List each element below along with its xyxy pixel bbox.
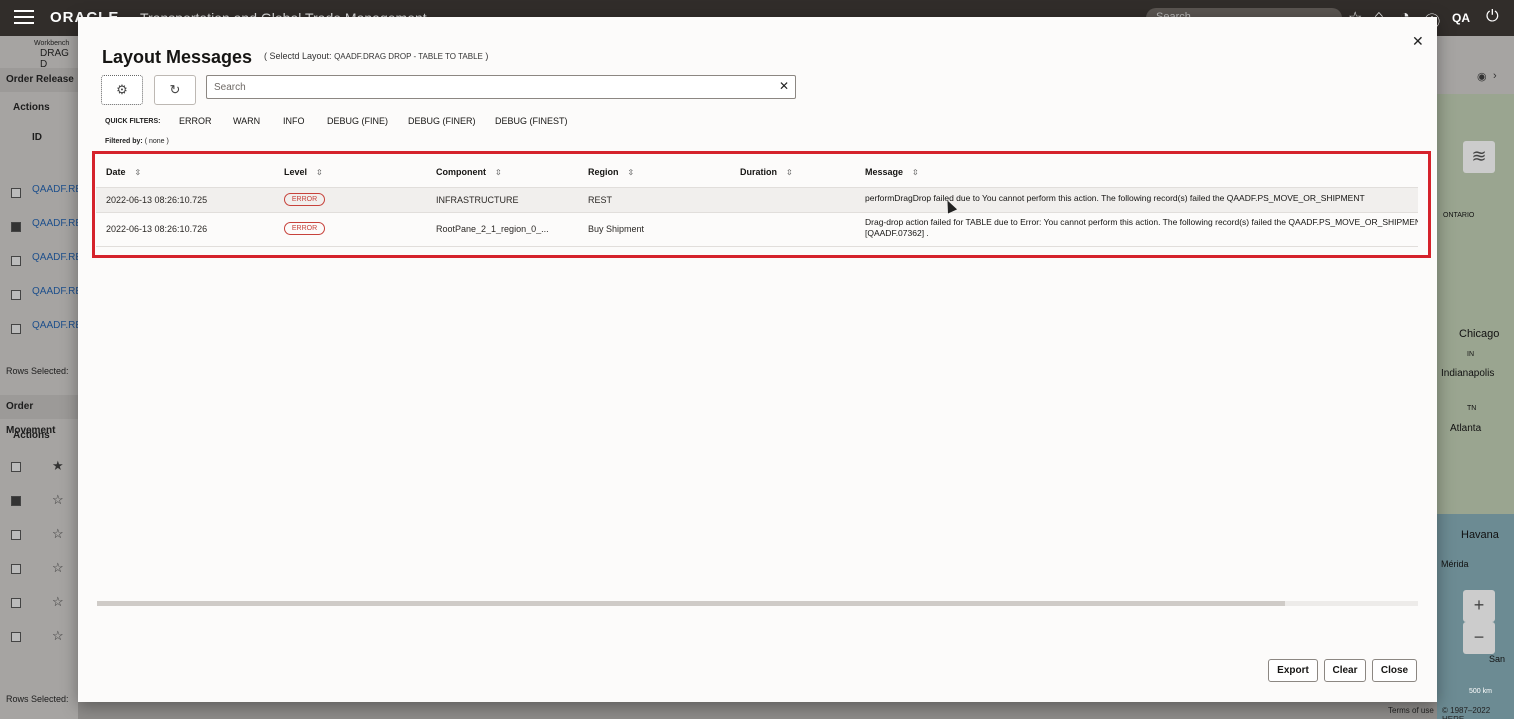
zoom-in-button[interactable]: + [1463,590,1495,622]
layers-icon[interactable]: ≋ [1463,141,1495,173]
filtered-by-value: ( none ) [144,138,169,145]
star-icon[interactable]: ☆ [52,628,64,644]
refresh-icon: ↻ [169,82,181,97]
row-checkbox[interactable] [11,324,21,334]
user-initials[interactable]: QA [1452,11,1470,25]
export-button[interactable]: Export [1268,659,1318,682]
quick-filter-warn[interactable]: WARN [233,116,260,126]
gear-icon: ⚙ [116,82,128,97]
search-field: ✕ [206,75,796,99]
rows-selected-label: Rows Selected: [6,366,69,376]
chevron-right-icon[interactable]: › [1493,70,1497,82]
filtered-by: Filtered by: ( none ) [105,138,169,145]
close-icon[interactable]: ✕ [1412,33,1424,50]
map-label: Mérida [1441,559,1469,569]
quick-filter-error[interactable]: ERROR [179,116,212,126]
actions-menu[interactable]: Actions [0,430,78,441]
order-release-header: Order Release [0,68,78,92]
star-icon[interactable]: ☆ [52,594,64,610]
id-column-header[interactable]: ID [0,132,78,143]
map-label: TN [1467,405,1477,412]
clear-search-icon[interactable]: ✕ [779,79,789,93]
close-button[interactable]: Close [1372,659,1417,682]
order-movement-header: Order Movement [0,395,78,436]
scrollbar-thumb[interactable] [97,601,1285,606]
select-all-checkbox[interactable] [11,462,21,472]
quick-filter-info[interactable]: INFO [283,116,305,126]
map-label: Indianapolis [1441,368,1495,379]
star-icon[interactable]: ☆ [52,492,64,508]
search-input[interactable] [207,76,767,98]
workbench-left-panel: Workbench DRAG D Order Release Actions I… [0,36,82,719]
row-checkbox[interactable] [11,496,21,506]
dialog-title: Layout Messages [102,47,253,67]
quick-filter-debug-finest[interactable]: DEBUG (FINEST) [495,116,568,126]
row-checkbox[interactable] [11,256,21,266]
subtitle-suffix: ) [485,51,489,61]
horizontal-scrollbar[interactable] [97,601,1418,606]
row-checkbox[interactable] [11,564,21,574]
map-label: San [1489,654,1506,664]
layout-messages-dialog: Layout Messages ( Selectd Layout: QAADF.… [78,17,1437,702]
rows-selected-label: Rows Selected: [6,694,69,704]
map-toolbar: ◉ › [1437,36,1514,94]
workbench-value[interactable]: DRAG D [40,48,78,70]
menu-icon[interactable] [14,10,34,26]
zoom-out-button[interactable]: − [1463,622,1495,654]
quick-filter-debug-finer[interactable]: DEBUG (FINER) [408,116,476,126]
quick-filter-debug-fine[interactable]: DEBUG (FINE) [327,116,388,126]
settings-button[interactable]: ⚙ [101,75,143,105]
dialog-subtitle: ( Selectd Layout: QAADF.DRAG DROP - TABL… [264,51,488,61]
map-label: ONTARIO [1443,212,1475,219]
map-label: Havana [1461,529,1499,541]
map-label: IN [1467,351,1474,358]
highlight-box [92,151,1431,258]
subtitle-prefix: ( Selectd Layout: [264,51,332,61]
row-checkbox[interactable] [11,222,21,232]
clear-button[interactable]: Clear [1324,659,1366,682]
filtered-by-label: Filtered by: [105,138,143,145]
selected-layout-name: QAADF.DRAG DROP - TABLE TO TABLE [334,52,483,61]
eye-icon[interactable]: ◉ [1477,70,1487,83]
row-checkbox[interactable] [11,290,21,300]
map-scale: 500 km [1469,688,1492,695]
map-label: Atlanta [1450,423,1482,434]
row-checkbox[interactable] [11,632,21,642]
row-checkbox[interactable] [11,188,21,198]
row-checkbox[interactable] [11,598,21,608]
row-checkbox[interactable] [11,530,21,540]
star-icon[interactable]: ☆ [52,526,64,542]
actions-menu[interactable]: Actions [0,102,78,113]
refresh-button[interactable]: ↻ [154,75,196,105]
power-icon[interactable]: ⏻ [1486,8,1499,26]
map-copyright: © 1987–2022 HERE [1442,706,1491,719]
quick-filters-label: QUICK FILTERS: [105,118,161,125]
map-label: Chicago [1459,328,1500,340]
star-icon[interactable]: ★ [52,458,64,474]
terms-link[interactable]: Terms of use [1388,706,1434,715]
star-icon[interactable]: ☆ [52,560,64,576]
workbench-label: Workbench [34,40,70,47]
